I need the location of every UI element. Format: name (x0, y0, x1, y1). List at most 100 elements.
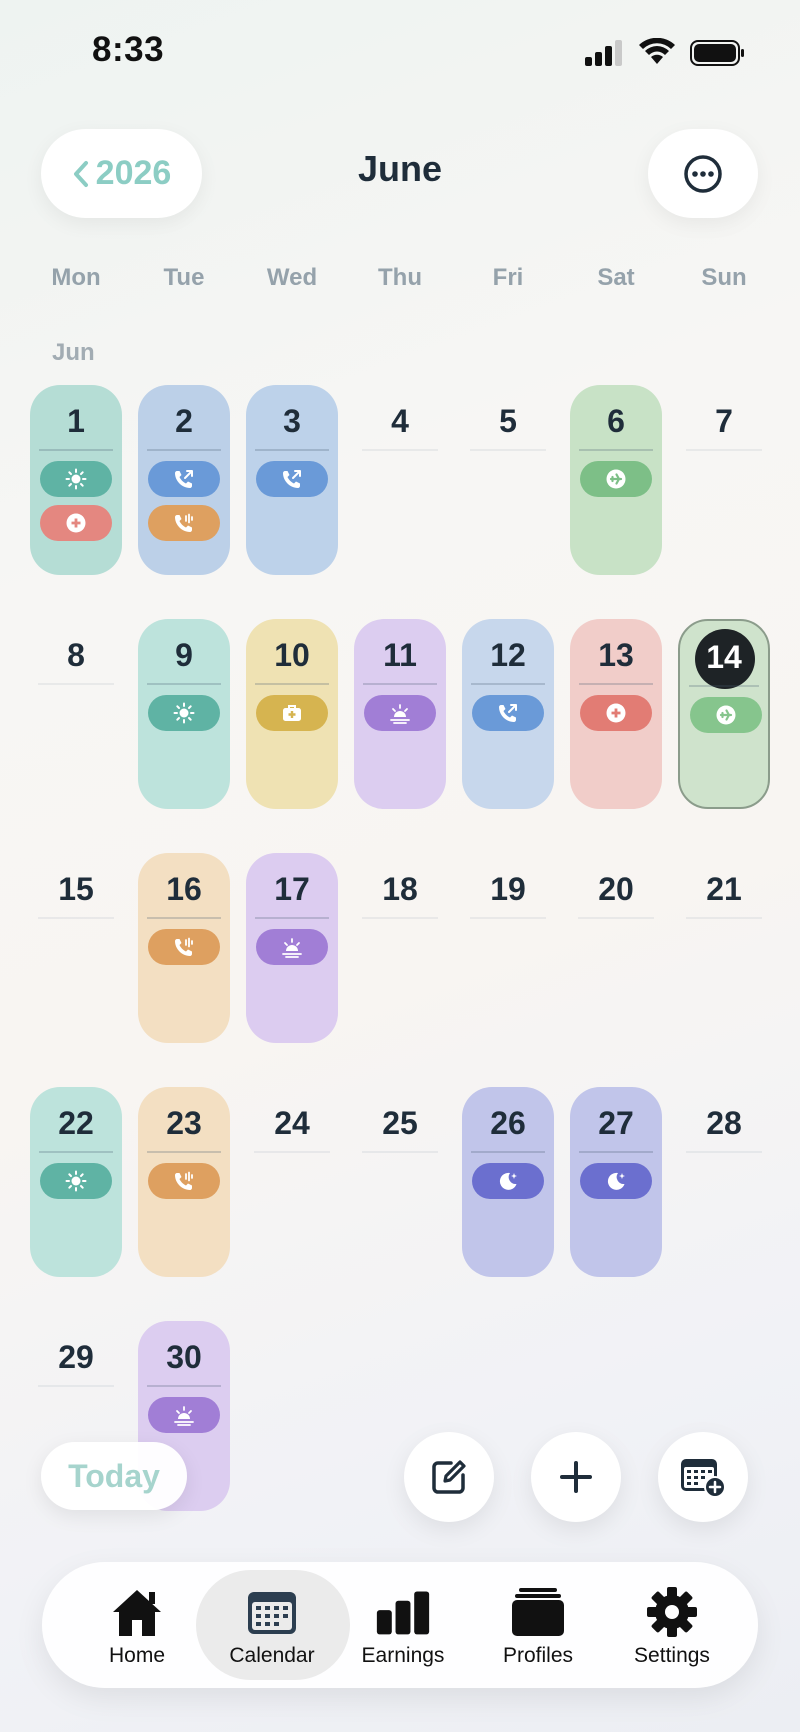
day-cell[interactable]: 24 (246, 1087, 338, 1277)
stack-icon (512, 1588, 564, 1636)
shift-pill[interactable] (148, 461, 220, 497)
day-cell[interactable]: 9 (138, 619, 230, 809)
add-button[interactable] (531, 1432, 621, 1522)
day-number: 26 (490, 1105, 526, 1141)
shift-pill[interactable] (580, 461, 652, 497)
day-divider (362, 917, 438, 919)
day-divider (255, 449, 329, 451)
phone-ring-icon (173, 512, 195, 534)
sunrise-icon (281, 936, 303, 958)
back-to-year-button[interactable]: 2026 (41, 129, 202, 218)
shift-pill[interactable] (256, 695, 328, 731)
tab-profiles[interactable]: Profiles (468, 1562, 608, 1688)
month-title: June (357, 148, 443, 189)
day-cell-today[interactable]: 14 (678, 619, 770, 809)
day-cell[interactable]: 16 (138, 853, 230, 1043)
edit-note-icon (432, 1460, 466, 1494)
day-cell[interactable]: 18 (354, 853, 446, 1043)
shift-pill[interactable] (256, 929, 328, 965)
day-number: 19 (490, 871, 526, 907)
shift-pill[interactable] (580, 1163, 652, 1199)
day-divider (38, 683, 114, 685)
day-divider (363, 683, 437, 685)
day-number: 15 (58, 871, 94, 907)
day-divider (578, 917, 654, 919)
day-cell[interactable]: 21 (678, 853, 770, 1043)
day-cell[interactable]: 5 (462, 385, 554, 575)
shift-pill[interactable] (40, 505, 112, 541)
day-number: 14 (706, 639, 742, 675)
day-divider (147, 683, 221, 685)
day-cell[interactable]: 12 (462, 619, 554, 809)
shift-pill[interactable] (148, 1163, 220, 1199)
day-cell[interactable]: 1 (30, 385, 122, 575)
day-cell[interactable]: 25 (354, 1087, 446, 1277)
moon-icon (497, 1170, 519, 1192)
tab-settings[interactable]: Settings (602, 1562, 742, 1688)
day-divider (689, 685, 759, 687)
shift-pill[interactable] (472, 1163, 544, 1199)
day-cell[interactable]: 10 (246, 619, 338, 809)
tab-home[interactable]: Home (67, 1562, 207, 1688)
year-label: 2026 (95, 154, 172, 192)
day-cell[interactable]: 8 (30, 619, 122, 809)
today-button[interactable]: Today (41, 1442, 187, 1510)
shift-pill[interactable] (472, 695, 544, 731)
weekday-thu: Thu (378, 264, 422, 291)
day-cell[interactable]: 15 (30, 853, 122, 1043)
day-number: 3 (283, 403, 301, 439)
shift-pill[interactable] (580, 695, 652, 731)
day-cell[interactable]: 11 (354, 619, 446, 809)
day-cell[interactable]: 27 (570, 1087, 662, 1277)
day-number: 29 (58, 1339, 94, 1375)
day-number: 21 (706, 871, 742, 907)
day-number: 6 (607, 403, 625, 439)
shift-pill[interactable] (364, 695, 436, 731)
day-divider (254, 1151, 330, 1153)
tab-label: Earnings (361, 1644, 445, 1667)
day-cell[interactable]: 2 (138, 385, 230, 575)
day-cell[interactable]: 22 (30, 1087, 122, 1277)
day-cell[interactable]: 23 (138, 1087, 230, 1277)
day-cell[interactable]: 3 (246, 385, 338, 575)
shift-pill[interactable] (40, 1163, 112, 1199)
day-cell[interactable]: 17 (246, 853, 338, 1043)
status-time: 8:33 (92, 30, 165, 69)
shift-pill[interactable] (40, 461, 112, 497)
day-number: 1 (67, 403, 85, 439)
day-divider (147, 1151, 221, 1153)
cellular-signal-icon (585, 40, 622, 66)
day-cell[interactable]: 20 (570, 853, 662, 1043)
day-cell[interactable]: 4 (354, 385, 446, 575)
edit-button[interactable] (404, 1432, 494, 1522)
shift-pill[interactable] (256, 461, 328, 497)
day-divider (470, 449, 546, 451)
medical-plus-icon (65, 512, 87, 534)
day-cell[interactable]: 6 (570, 385, 662, 575)
tab-calendar[interactable]: Calendar (196, 1562, 350, 1688)
plus-icon (560, 1461, 592, 1493)
shift-pill[interactable] (690, 697, 762, 733)
shift-pill[interactable] (148, 929, 220, 965)
shift-pill[interactable] (148, 695, 220, 731)
day-cell[interactable]: 13 (570, 619, 662, 809)
day-number: 10 (274, 637, 310, 673)
add-calendar-event-button[interactable] (658, 1432, 748, 1522)
phone-outgoing-icon (281, 468, 303, 490)
weekday-wed: Wed (266, 264, 318, 291)
tab-earnings[interactable]: Earnings (333, 1562, 473, 1688)
day-divider (471, 683, 545, 685)
shift-pill[interactable] (148, 1397, 220, 1433)
more-options-button[interactable] (648, 129, 758, 218)
day-cell[interactable]: 19 (462, 853, 554, 1043)
shift-pill[interactable] (148, 505, 220, 541)
day-number: 24 (274, 1105, 310, 1141)
day-divider (38, 917, 114, 919)
day-divider (147, 1385, 221, 1387)
day-cell[interactable]: 7 (678, 385, 770, 575)
phone-ring-icon (173, 1170, 195, 1192)
day-divider (362, 449, 438, 451)
day-cell[interactable]: 26 (462, 1087, 554, 1277)
day-number: 18 (382, 871, 418, 907)
day-cell[interactable]: 28 (678, 1087, 770, 1277)
